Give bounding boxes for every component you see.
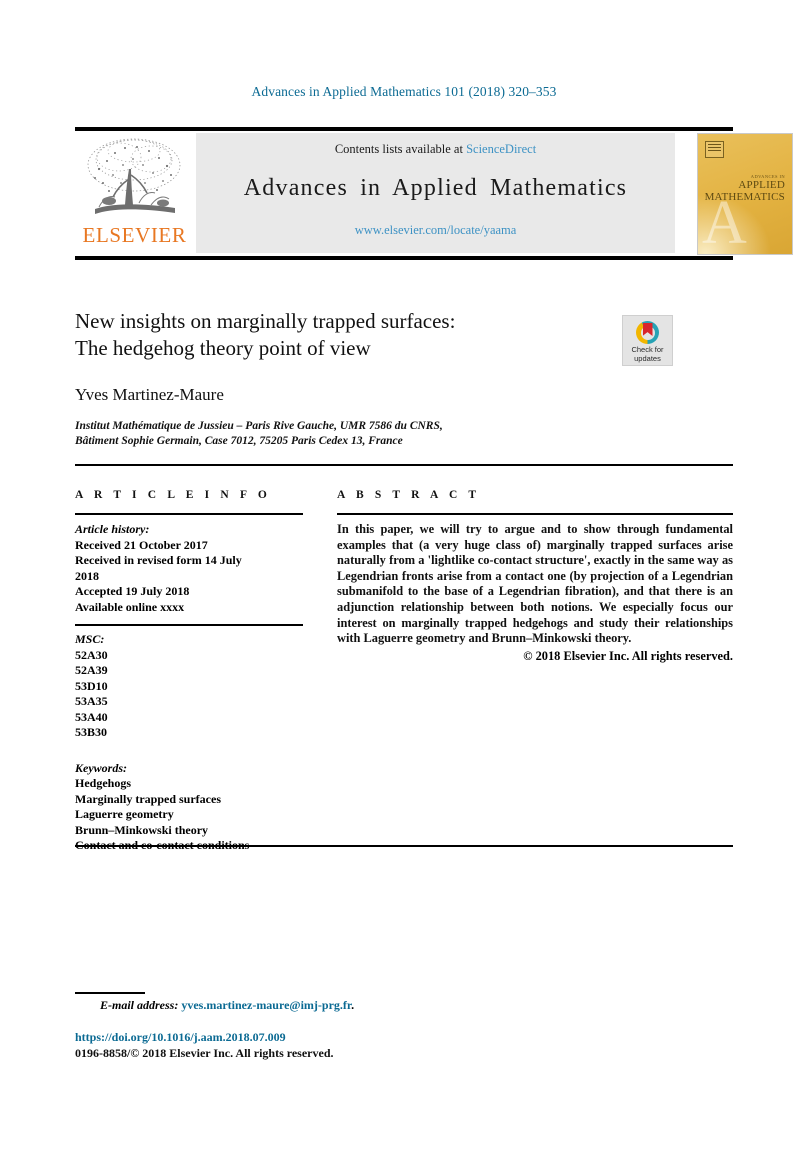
article-history-label: Article history: [75, 522, 150, 536]
author-affiliation: Institut Mathématique de Jussieu – Paris… [75, 419, 635, 448]
history-item: Available online xxxx [75, 599, 185, 614]
keyword-item: Brunn–Minkowski theory [75, 822, 209, 837]
affiliation-line-2: Bâtiment Sophie Germain, Case 7012, 7520… [75, 434, 403, 447]
elsevier-logo: ELSEVIER [75, 133, 194, 253]
contents-prefix-text: Contents lists available at [334, 142, 467, 156]
msc-separator-rule [75, 624, 303, 626]
journal-masthead: ELSEVIER Contents lists available at Sci… [75, 131, 793, 255]
title-block: New insights on marginally trapped surfa… [75, 308, 605, 362]
abstract-copyright: © 2018 Elsevier Inc. All rights reserved… [523, 648, 733, 663]
keywords-label: Keywords: [75, 760, 127, 775]
msc-code: 53A35 [75, 694, 108, 708]
msc-label: MSC: [75, 632, 105, 646]
journal-title: Advances in Applied Mathematics [243, 175, 628, 201]
issn-copyright-line: 0196-8858/© 2018 Elsevier Inc. All right… [75, 1046, 334, 1060]
journal-cover-thumbnail[interactable]: A ADVANCES IN APPLIED MATHEMATICS [697, 133, 793, 255]
crossmark-label-line-2: updates [634, 354, 661, 363]
footnote-separator-rule [75, 992, 145, 994]
msc-code: 53D10 [75, 678, 108, 693]
abstract-column: A B S T R A C T In this paper, we will t… [337, 489, 733, 664]
crossmark-badge[interactable]: Check for updates [622, 315, 673, 366]
running-head-citation: Advances in Applied Mathematics 101 (201… [251, 84, 557, 99]
abstract-heading: A B S T R A C T [337, 489, 481, 501]
doi-link[interactable]: https://doi.org/10.1016/j.aam.2018.07.00… [75, 1030, 286, 1045]
history-item: Received in revised form 14 July [75, 553, 242, 567]
msc-block: MSC: 52A30 52A39 53D10 53A35 53A40 53B30 [75, 632, 303, 741]
keyword-item: Marginally trapped surfaces [75, 791, 221, 806]
affiliation-line-1: Institut Mathématique de Jussieu – Paris… [75, 420, 443, 432]
keywords-block: Keywords: Hedgehogs Marginally trapped s… [75, 761, 303, 854]
sciencedirect-link[interactable]: ScienceDirect [466, 142, 536, 156]
article-history-block: Article history: Received 21 October 201… [75, 522, 303, 615]
page-title: New insights on marginally trapped surfa… [75, 308, 605, 362]
article-info-heading: A R T I C L E I N F O [75, 489, 271, 501]
msc-code: 53A40 [75, 709, 108, 724]
email-trailing-period: . [351, 998, 355, 1012]
columns-bottom-rule [75, 845, 733, 847]
email-link[interactable]: yves.martinez-maure@imj-prg.fr [181, 998, 351, 1012]
journal-info-panel: Contents lists available at ScienceDirec… [196, 133, 675, 253]
paper-title-line-2: The hedgehog theory point of view [75, 336, 371, 360]
crossmark-label-line-1: Check for [631, 345, 664, 354]
paper-title-line-1: New insights on marginally trapped surfa… [75, 309, 456, 333]
history-item: 2018 [75, 568, 99, 583]
crossmark-label: Check for updates [623, 345, 672, 363]
journal-article-page: Advances in Applied Mathematics 101 (201… [0, 0, 808, 1162]
email-footnote: E-mail address: yves.martinez-maure@imj-… [100, 998, 354, 1013]
journal-homepage-link[interactable]: www.elsevier.com/locate/yaama [196, 223, 675, 238]
elsevier-tree-icon [79, 135, 189, 223]
keyword-item: Hedgehogs [75, 776, 132, 790]
author-name: Yves Martinez-Maure [75, 385, 224, 404]
cover-publisher-mark-icon [705, 141, 724, 158]
keyword-item: Laguerre geometry [75, 807, 174, 821]
masthead-bottom-rule [75, 256, 733, 260]
history-item: Accepted 19 July 2018 [75, 584, 190, 598]
contents-available-line: Contents lists available at ScienceDirec… [196, 142, 675, 157]
abstract-text: In this paper, we will try to argue and … [337, 522, 733, 646]
cover-applied-text: APPLIED [738, 179, 785, 191]
msc-code: 52A30 [75, 647, 108, 662]
msc-code: 53B30 [75, 725, 108, 739]
abstract-rule [337, 513, 733, 515]
article-info-column: A R T I C L E I N F O Article history: R… [75, 489, 303, 854]
title-block-bottom-rule [75, 464, 733, 466]
msc-code: 52A39 [75, 663, 108, 677]
article-info-rule [75, 513, 303, 515]
cover-mathematics-text: MATHEMATICS [704, 190, 785, 203]
history-item: Received 21 October 2017 [75, 537, 208, 552]
elsevier-wordmark: ELSEVIER [82, 223, 187, 247]
cover-line-applied: APPLIED MATHEMATICS [704, 179, 785, 203]
email-label: E-mail address: [100, 998, 179, 1012]
